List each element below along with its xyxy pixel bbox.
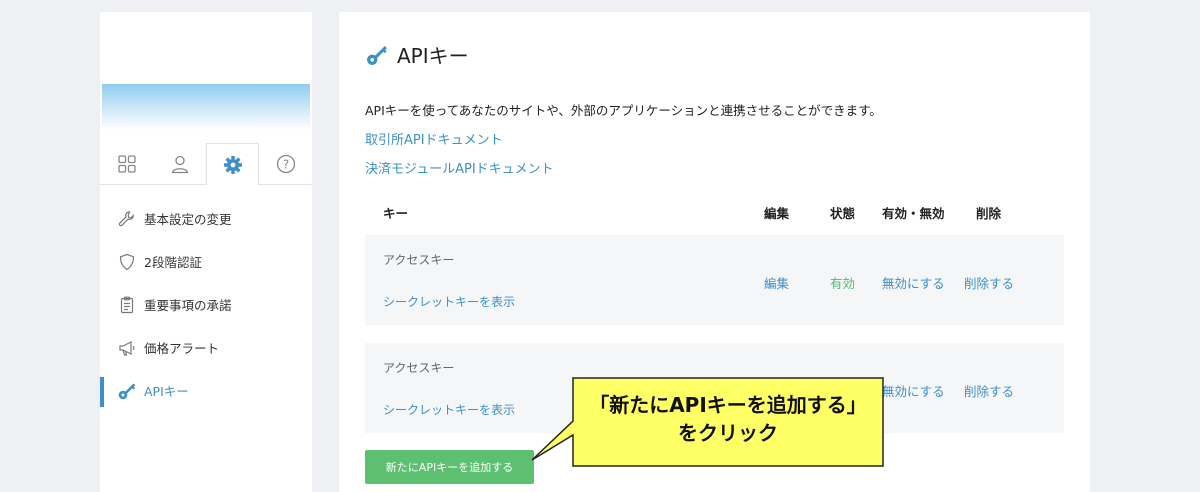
- add-api-key-button[interactable]: 新たにAPIキーを追加する: [365, 450, 534, 484]
- payment-api-doc-link[interactable]: 決済モジュールAPIドキュメント: [365, 158, 554, 177]
- callout-line1: 「新たにAPIキーを追加する」: [589, 393, 867, 417]
- megaphone-icon: [117, 338, 137, 358]
- shield-icon: [117, 252, 137, 272]
- header-delete: 削除: [976, 206, 1002, 221]
- access-key-label: アクセスキー: [383, 361, 455, 375]
- sidebar-item-price-alert[interactable]: 価格アラート: [100, 326, 312, 369]
- wrench-icon: [117, 209, 137, 229]
- sidebar-item-api-key[interactable]: APIキー: [100, 369, 312, 412]
- show-secret-key-link[interactable]: シークレットキーを表示: [383, 401, 515, 418]
- exchange-api-doc-link[interactable]: 取引所APIドキュメント: [365, 129, 503, 148]
- sidebar-banner: [102, 84, 310, 130]
- sidebar-tabs: ?: [100, 143, 312, 186]
- grid-icon: [117, 155, 136, 173]
- gear-icon: [223, 155, 242, 174]
- page-description: APIキーを使ってあなたのサイトや、外部のアプリケーションと連携させることができ…: [365, 103, 882, 118]
- sidebar-item-label: APIキー: [144, 384, 189, 399]
- header-key: キー: [383, 206, 409, 221]
- callout-annotation: 「新たにAPIキーを追加する」 をクリック: [531, 377, 884, 467]
- page-title: APIキー: [365, 40, 469, 69]
- disable-link[interactable]: 無効にする: [882, 381, 945, 400]
- access-key-label: アクセスキー: [383, 253, 455, 267]
- callout-line2: をクリック: [678, 421, 778, 445]
- header-status: 状態: [830, 206, 856, 221]
- sidebar-item-label: 2段階認証: [144, 255, 202, 270]
- sidebar-item-label: 基本設定の変更: [144, 212, 232, 227]
- tab-help[interactable]: ?: [259, 143, 312, 185]
- sidebar-item-two-factor[interactable]: 2段階認証: [100, 240, 312, 283]
- tab-dashboard[interactable]: [100, 143, 153, 185]
- sidebar: ? 基本設定の変更 2段階認証 重要事項の承諾 価格アラート APIキー: [100, 12, 312, 492]
- sidebar-item-label: 重要事項の承諾: [144, 298, 232, 313]
- delete-link[interactable]: 削除する: [964, 273, 1014, 292]
- header-toggle: 有効・無効: [882, 206, 945, 221]
- table-row: アクセスキー シークレットキーを表示 編集 有効 無効にする 削除する: [365, 235, 1064, 325]
- help-icon: ?: [276, 154, 295, 174]
- show-secret-key-link[interactable]: シークレットキーを表示: [383, 293, 515, 310]
- user-icon: [171, 155, 188, 174]
- key-icon: [117, 381, 137, 401]
- status-badge: 有効: [830, 276, 856, 291]
- tab-settings[interactable]: [206, 143, 259, 186]
- edit-link[interactable]: 編集: [764, 273, 789, 292]
- disable-link[interactable]: 無効にする: [882, 273, 945, 292]
- sidebar-nav: 基本設定の変更 2段階認証 重要事項の承諾 価格アラート APIキー: [100, 197, 312, 412]
- clipboard-icon: [117, 295, 137, 315]
- page-title-text: APIキー: [397, 44, 469, 68]
- callout-text: 「新たにAPIキーを追加する」 をクリック: [572, 391, 884, 447]
- tab-account[interactable]: [153, 143, 206, 185]
- sidebar-item-label: 価格アラート: [144, 341, 220, 356]
- sidebar-item-terms[interactable]: 重要事項の承諾: [100, 283, 312, 326]
- table-header: キー 編集 状態 有効・無効 削除: [365, 200, 1064, 224]
- key-icon: [365, 43, 389, 67]
- svg-text:?: ?: [282, 157, 288, 171]
- header-edit: 編集: [764, 206, 790, 221]
- sidebar-item-basic-settings[interactable]: 基本設定の変更: [100, 197, 312, 240]
- delete-link[interactable]: 削除する: [964, 381, 1014, 400]
